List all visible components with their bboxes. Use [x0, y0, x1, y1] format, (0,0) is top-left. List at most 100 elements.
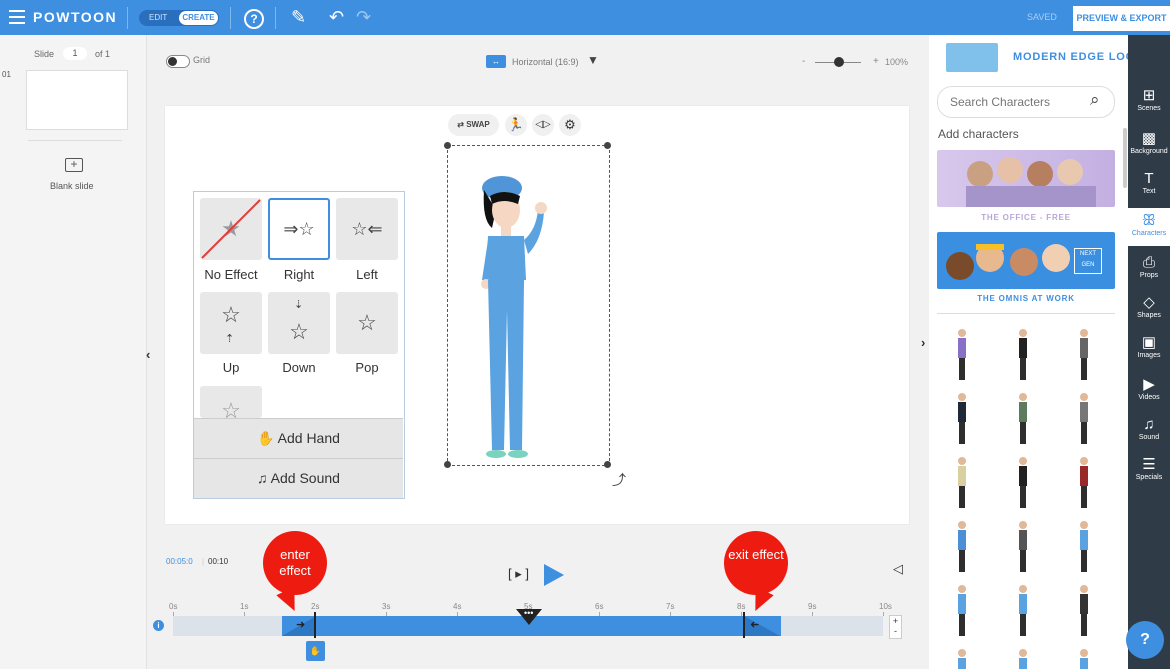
character-thumbnail[interactable] [1079, 328, 1089, 380]
undo-icon[interactable]: ↶ [329, 7, 344, 27]
resize-handle[interactable] [444, 461, 451, 468]
search-box[interactable] [937, 86, 1115, 118]
effect-left[interactable]: ☆⇐ [336, 198, 398, 260]
nurse-character[interactable] [470, 170, 580, 462]
star-icon: ☆ [221, 398, 241, 418]
star-pop-icon: ☆ [357, 310, 377, 335]
character-thumbnail[interactable] [957, 584, 967, 636]
sidebar-item-videos[interactable]: ▶ Videos [1128, 372, 1170, 410]
sidebar-item-images[interactable]: ▣ Images [1128, 330, 1170, 368]
effect-up[interactable]: ☆ ⇡ [200, 292, 262, 354]
character-thumbnail[interactable] [957, 648, 967, 669]
caret-down-icon[interactable]: ▼ [587, 53, 599, 67]
hand-pin-icon[interactable]: ✋ [306, 641, 325, 661]
character-thumbnail[interactable] [1018, 648, 1028, 669]
sidebar-item-background[interactable]: ▩ Background [1128, 126, 1170, 164]
enter-arrow-icon[interactable]: ➜ [296, 618, 305, 631]
resize-handle[interactable] [604, 461, 611, 468]
slide-thumbnail[interactable] [26, 70, 128, 130]
exit-effect-text: exit effect [728, 547, 784, 562]
character-thumbnail[interactable] [957, 392, 967, 444]
grid-toggle[interactable] [166, 55, 190, 68]
pose-icon[interactable]: 🏃 [505, 114, 527, 136]
blank-slide-label[interactable]: Blank slide [50, 181, 94, 191]
add-sound-button[interactable]: ♫ Add Sound [194, 458, 403, 498]
rotate-icon[interactable]: ⤴ [612, 470, 626, 490]
sidebar-item-label: Background [1130, 148, 1168, 155]
sidebar-item-props[interactable]: ⎙ Props [1128, 250, 1170, 288]
scrollbar[interactable] [1123, 128, 1127, 188]
orientation-label[interactable]: Horizontal (16:9) [512, 57, 579, 67]
character-thumbnail[interactable] [957, 456, 967, 508]
mode-edit-option[interactable]: EDIT [149, 13, 167, 22]
redo-icon[interactable]: ↷ [356, 7, 371, 27]
enter-effect-text: enter effect [279, 547, 311, 578]
character-thumbnail[interactable] [1018, 392, 1028, 444]
help-circle-icon[interactable]: ? [244, 9, 264, 29]
character-thumbnail[interactable] [957, 520, 967, 572]
timeline-zoom-out[interactable]: - [894, 626, 897, 636]
enter-effect-callout: enter effect [263, 531, 327, 595]
slide-number-input[interactable]: 1 [63, 47, 87, 60]
timeline-zoom-buttons[interactable]: + - [889, 615, 902, 639]
sidebar-item-characters[interactable]: ꕥ Characters [1128, 208, 1170, 246]
effect-more[interactable]: ☆ [200, 386, 262, 418]
zoom-in-button[interactable]: + [873, 56, 879, 67]
flip-icon[interactable]: ◁▷ [532, 114, 554, 136]
resize-handle[interactable] [604, 142, 611, 149]
search-icon[interactable]: ⌕ [1090, 90, 1100, 110]
notes-icon[interactable]: ✎ [291, 7, 306, 27]
play-scene-button[interactable]: [ ▸ ] [508, 566, 529, 582]
sidebar-item-label: Specials [1135, 474, 1163, 481]
character-thumbnail[interactable] [1018, 456, 1028, 508]
timeline-zoom-in[interactable]: + [893, 616, 898, 626]
sidebar-item-specials[interactable]: ☰ Specials [1128, 452, 1170, 490]
character-thumbnail[interactable] [1018, 520, 1028, 572]
orientation-icon[interactable]: ↔ [486, 55, 506, 68]
search-characters-input[interactable] [950, 95, 1085, 109]
collapse-right-icon[interactable]: › [921, 335, 925, 350]
resize-handle[interactable] [444, 142, 451, 149]
character-thumbnail[interactable] [1079, 456, 1089, 508]
character-thumbnail[interactable] [1079, 584, 1089, 636]
add-hand-button[interactable]: ✋ Add Hand [194, 418, 403, 458]
zoom-slider-handle[interactable] [834, 57, 844, 67]
menu-icon[interactable] [9, 10, 25, 24]
look-selector[interactable]: MODERN EDGE LOOK [1013, 51, 1144, 63]
effect-no-effect[interactable]: ★ [200, 198, 262, 260]
play-icon[interactable] [543, 563, 565, 587]
preview-export-button[interactable]: PREVIEW & EXPORT [1073, 6, 1170, 31]
swap-icon: ⇄ [457, 120, 467, 129]
character-thumbnail[interactable] [1018, 328, 1028, 380]
sidebar-item-label: Sound [1138, 434, 1160, 441]
next-gen-badge: NEXT GEN [1074, 248, 1102, 274]
character-thumbnail[interactable] [1079, 392, 1089, 444]
info-icon[interactable]: i [153, 620, 164, 631]
collapse-left-icon[interactable]: ‹ [146, 347, 150, 362]
effect-down[interactable]: ⇣ ☆ [268, 292, 330, 354]
help-button[interactable]: ? [1126, 621, 1164, 659]
effect-pop[interactable]: ☆ [336, 292, 398, 354]
sidebar-item-scenes[interactable]: ⊞ Scenes [1128, 83, 1170, 121]
sidebar-item-sound[interactable]: ♫ Sound [1128, 412, 1170, 450]
tick-label: 9s [808, 602, 817, 611]
enter-marker[interactable] [314, 612, 316, 638]
exit-arrow-icon[interactable]: ➜ [750, 618, 759, 631]
arrow-up-icon: ⇡ [225, 333, 235, 345]
character-thumbnail[interactable] [1079, 520, 1089, 572]
effect-right[interactable]: ⇒☆ [268, 198, 330, 260]
character-thumbnail[interactable] [1018, 584, 1028, 636]
character-thumbnail[interactable] [1079, 648, 1089, 669]
character-thumbnail[interactable] [957, 328, 967, 380]
look-thumbnail[interactable] [946, 43, 998, 72]
swap-button[interactable]: ⇄ SWAP [448, 114, 499, 136]
mode-create-option[interactable]: CREATE [179, 11, 218, 25]
add-slide-icon[interactable]: + [65, 158, 83, 172]
speaker-icon[interactable]: ◁ [893, 561, 903, 577]
exit-marker[interactable] [743, 612, 745, 638]
sidebar-item-shapes[interactable]: ◇ Shapes [1128, 290, 1170, 328]
images-icon: ▣ [1141, 334, 1157, 351]
zoom-out-button[interactable]: - [802, 56, 805, 67]
settings-gear-icon[interactable]: ⚙ [559, 114, 581, 136]
sidebar-item-text[interactable]: T Text [1128, 166, 1170, 204]
